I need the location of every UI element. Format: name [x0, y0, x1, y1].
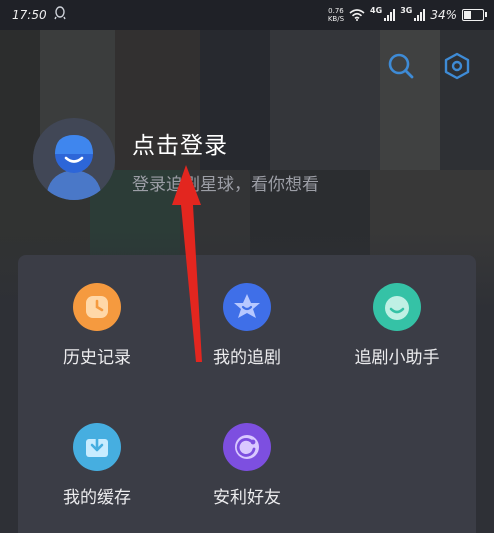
qq-notification-icon — [54, 6, 66, 20]
assistant-smile-icon — [373, 283, 421, 331]
signal-bars-icon — [384, 9, 396, 21]
battery-icon — [462, 9, 487, 21]
share-friend-icon — [223, 423, 271, 471]
avatar[interactable] — [33, 118, 115, 200]
status-bar: 17:50 0.76 KB/S 4G 3G 34% — [0, 0, 494, 30]
star-follow-icon — [223, 283, 271, 331]
login-title[interactable]: 点击登录 — [132, 126, 228, 160]
signal-type-label: 4G — [370, 6, 383, 15]
settings-hexagon-icon[interactable] — [443, 52, 471, 80]
feature-menu-card: 历史记录 我的追剧 追剧小助手 我的缓存 安利好友 — [18, 255, 476, 533]
signal-bars-icon — [414, 9, 426, 21]
download-cache-icon — [73, 423, 121, 471]
menu-item-label: 我的追剧 — [213, 348, 281, 368]
signal-type-label: 3G — [400, 6, 413, 15]
battery-level — [464, 11, 471, 19]
search-icon[interactable] — [387, 52, 415, 80]
menu-item-my-follow[interactable]: 我的追剧 — [172, 283, 322, 368]
battery-percent: 34% — [430, 8, 457, 22]
menu-item-label: 我的缓存 — [63, 488, 131, 508]
history-clock-icon — [73, 283, 121, 331]
login-subtitle: 登录追剧星球，看你想看 — [132, 175, 319, 195]
menu-item-label: 历史记录 — [63, 348, 131, 368]
network-speed: 0.76 KB/S — [327, 7, 345, 23]
menu-item-assistant[interactable]: 追剧小助手 — [322, 283, 472, 368]
menu-item-share-friend[interactable]: 安利好友 — [172, 423, 322, 508]
menu-item-cache[interactable]: 我的缓存 — [22, 423, 172, 508]
menu-item-label: 追剧小助手 — [354, 348, 440, 368]
menu-item-history[interactable]: 历史记录 — [22, 283, 172, 368]
status-time: 17:50 — [12, 8, 47, 22]
wifi-icon — [349, 9, 365, 21]
menu-item-label: 安利好友 — [213, 488, 281, 508]
user-avatar-icon — [33, 118, 115, 200]
